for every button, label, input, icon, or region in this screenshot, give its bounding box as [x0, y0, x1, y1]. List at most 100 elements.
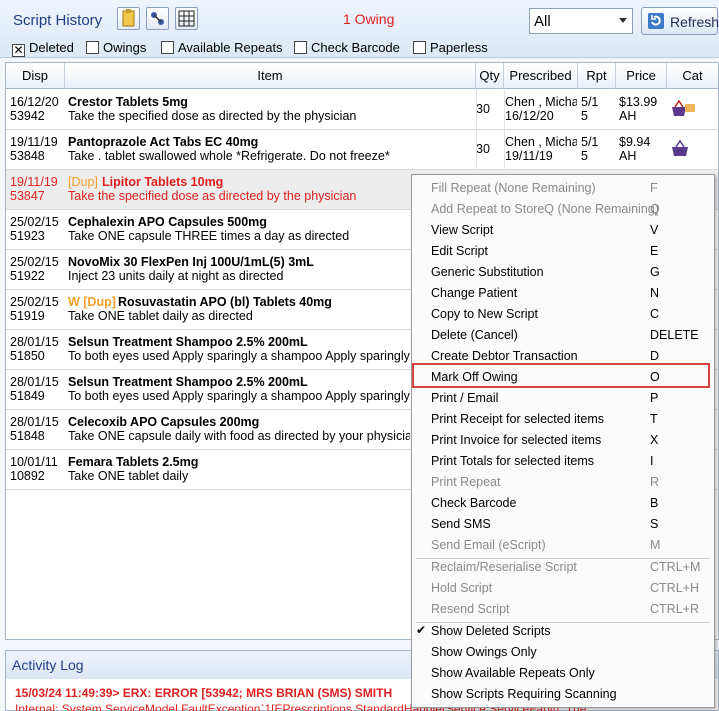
menu-item-print-repeat[interactable]: Print Repeat R — [412, 472, 714, 493]
row-item: Pantoprazole Act Tabs EC 40mg — [68, 135, 259, 149]
menu-item-fill-repeat[interactable]: Fill Repeat (None Remaining) F — [412, 178, 714, 199]
row-item: Femara Tablets 2.5mg — [68, 455, 199, 469]
chevron-down-icon — [619, 18, 627, 23]
menu-item-add-repeat-to-storeq[interactable]: Add Repeat to StoreQ (None Remaining) Q — [412, 199, 714, 220]
row-qty: 30 — [476, 102, 490, 116]
grid-icon — [178, 10, 195, 27]
menu-item-print-receipt[interactable]: Print Receipt for selected items T — [412, 409, 714, 430]
checkbox-icon — [294, 41, 307, 54]
row-qty: 30 — [476, 142, 490, 156]
menu-item-copy-to-new-script[interactable]: Copy to New Script C — [412, 304, 714, 325]
owing-count: 1 Owing — [343, 11, 395, 27]
row-directions: Take . tablet swallowed whole *Refrigera… — [68, 149, 390, 163]
check-barcode-checkbox-label: Check Barcode — [311, 40, 400, 55]
column-divider — [476, 90, 477, 130]
paperless-checkbox[interactable]: Paperless — [413, 40, 488, 55]
menu-item-send-email-escript[interactable]: Send Email (eScript) M — [412, 535, 714, 556]
column-divider — [476, 130, 477, 170]
clipboard-toolbar-button[interactable] — [117, 7, 140, 30]
filter-select-value: All — [534, 13, 551, 30]
context-menu: Fill Repeat (None Remaining) F Add Repeat… — [411, 174, 715, 708]
checkbox-icon — [413, 41, 426, 54]
filter-select[interactable]: All — [529, 8, 633, 34]
column-header-item[interactable]: Item — [65, 63, 476, 89]
refresh-label: Refresh — [670, 14, 719, 30]
row-date: 28/01/15 — [10, 415, 59, 429]
menu-item-show-deleted-scripts[interactable]: ✔ Show Deleted Scripts — [412, 621, 714, 642]
menu-item-print-invoice[interactable]: Print Invoice for selected items X — [412, 430, 714, 451]
menu-item-show-scripts-requiring-scanning[interactable]: Show Scripts Requiring Scanning — [412, 684, 714, 705]
row-directions: To both eyes used Apply sparingly a sham… — [68, 389, 410, 403]
table-row[interactable]: 19/11/19 53848 Pantoprazole Act Tabs EC … — [6, 130, 718, 170]
column-header-qty[interactable]: Qty — [476, 63, 504, 89]
row-number: 53942 — [10, 109, 45, 123]
menu-item-reclaim-reserialise[interactable]: Reclaim/Reserialise Script CTRL+M — [412, 557, 714, 578]
row-item: Selsun Treatment Shampoo 2.5% 200mL — [68, 375, 308, 389]
column-header-disp[interactable]: Disp — [6, 63, 65, 89]
row-date: 19/11/19 — [10, 135, 58, 149]
row-number: 51849 — [10, 389, 45, 403]
row-date: 16/12/20 — [10, 95, 59, 109]
row-number: 53848 — [10, 149, 45, 163]
basket-cart-icon — [672, 99, 695, 116]
row-price-code: AH — [619, 149, 637, 163]
row-number: 51923 — [10, 229, 45, 243]
deleted-checkbox-label: Deleted — [29, 40, 74, 55]
row-number: 53847 — [10, 189, 45, 203]
row-directions: Take ONE capsule THREE times a day as di… — [68, 229, 350, 243]
row-item: Cephalexin APO Capsules 500mg — [68, 215, 267, 229]
menu-item-generic-substitution[interactable]: Generic Substitution G — [412, 262, 714, 283]
column-divider — [504, 90, 505, 130]
row-date: 19/11/19 — [10, 175, 58, 189]
menu-item-print-totals[interactable]: Print Totals for selected items I — [412, 451, 714, 472]
menu-item-check-barcode[interactable]: Check Barcode B — [412, 493, 714, 514]
highlight-box — [412, 363, 710, 388]
merge-arrows-icon — [151, 12, 164, 25]
column-header-cat[interactable]: Cat — [667, 63, 718, 89]
available-repeats-checkbox[interactable]: Available Repeats — [161, 40, 283, 55]
refresh-button[interactable]: Refresh — [641, 7, 719, 35]
deleted-checkbox[interactable]: ✕ Deleted — [12, 40, 74, 57]
row-item: Celecoxib APO Capsules 200mg — [68, 415, 260, 429]
menu-item-show-owings-only[interactable]: Show Owings Only — [412, 642, 714, 663]
row-item: Lipitor Tablets 10mg — [102, 175, 224, 189]
column-header-price[interactable]: Price — [616, 63, 667, 89]
row-number: 51919 — [10, 309, 45, 323]
column-header-rpt[interactable]: Rpt — [578, 63, 616, 89]
checkbox-icon — [161, 41, 174, 54]
check-barcode-checkbox[interactable]: Check Barcode — [294, 40, 400, 55]
menu-item-show-available-repeats-only[interactable]: Show Available Repeats Only — [412, 663, 714, 684]
row-date: 25/02/15 — [10, 215, 59, 229]
grid-view-toolbar-button[interactable] — [175, 7, 198, 30]
script-history-header: Script History 1 Owing All Refresh ✕ Dele… — [0, 0, 719, 58]
row-number: 51922 — [10, 269, 45, 283]
menu-item-print-email[interactable]: Print / Email P — [412, 388, 714, 409]
page-title: Script History — [13, 12, 103, 29]
refresh-icon — [648, 13, 664, 29]
row-repeats-total: 5 — [581, 109, 588, 123]
menu-item-delete-cancel[interactable]: Delete (Cancel) DELETE — [412, 325, 714, 346]
menu-item-resend-script[interactable]: Resend Script CTRL+R — [412, 599, 714, 620]
column-header-prescribed[interactable]: Prescribed — [504, 63, 578, 89]
basket-icon — [672, 139, 688, 156]
row-item: Selsun Treatment Shampoo 2.5% 200mL — [68, 335, 308, 349]
table-row[interactable]: 16/12/20 53942 Crestor Tablets 5mg Take … — [6, 90, 718, 130]
row-date: 25/02/15 — [10, 295, 59, 309]
menu-item-send-sms[interactable]: Send SMS S — [412, 514, 714, 535]
clipboard-icon — [122, 9, 135, 27]
menu-item-view-script[interactable]: View Script V — [412, 220, 714, 241]
owings-checkbox[interactable]: Owings — [86, 40, 146, 55]
menu-item-hold-script[interactable]: Hold Script CTRL+H — [412, 578, 714, 599]
row-directions: Take the specified dose as directed by t… — [68, 109, 357, 123]
merge-toolbar-button[interactable] — [146, 7, 169, 30]
row-date: 28/01/15 — [10, 375, 59, 389]
row-directions: Take the specified dose as directed by t… — [68, 189, 357, 203]
row-directions: Take ONE tablet daily — [68, 469, 189, 483]
row-prescriber: Chen , Micha — [505, 95, 577, 109]
menu-item-change-patient[interactable]: Change Patient N — [412, 283, 714, 304]
row-number: 51850 — [10, 349, 45, 363]
available-repeats-checkbox-label: Available Repeats — [178, 40, 283, 55]
menu-item-edit-script[interactable]: Edit Script E — [412, 241, 714, 262]
activity-log-entry: 15/03/24 11:49:39> ERX: ERROR [53942; MR… — [15, 686, 393, 700]
row-price: $9.94 — [619, 135, 651, 149]
